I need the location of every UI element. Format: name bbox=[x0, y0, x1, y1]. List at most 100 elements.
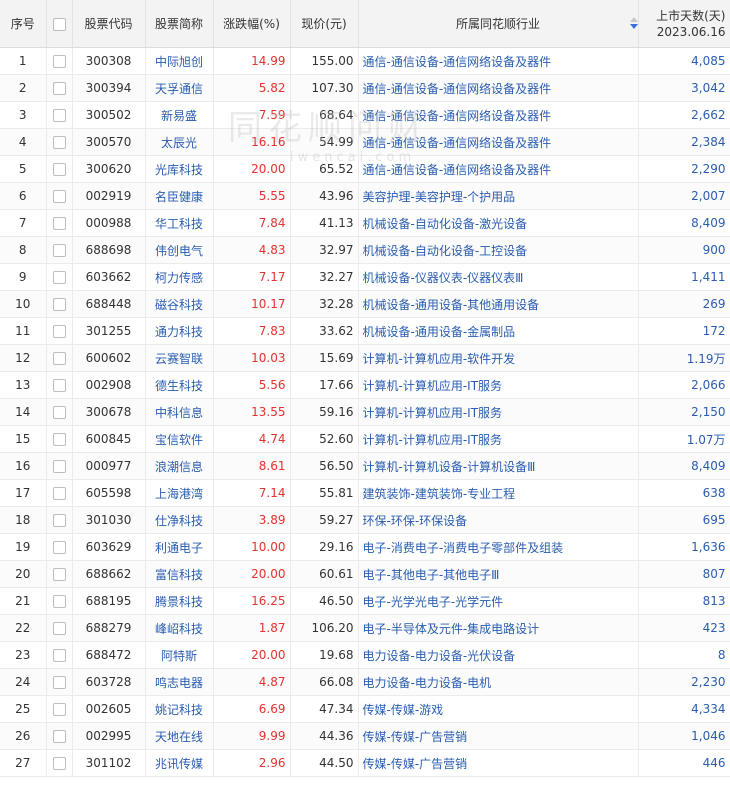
row-industry[interactable]: 通信-通信设备-通信网络设备及器件 bbox=[358, 74, 639, 102]
table-row[interactable]: 24 603728 鸣志电器 4.87 66.08 电力设备-电力设备-电机 2,230 bbox=[0, 668, 730, 696]
row-checkbox[interactable] bbox=[46, 236, 73, 264]
table-row[interactable]: 17 605598 上海港湾 7.14 55.81 建筑装饰-建筑装饰-专业工程 638 bbox=[0, 479, 730, 507]
row-checkbox[interactable] bbox=[46, 182, 73, 210]
row-select-checkbox[interactable] bbox=[52, 676, 66, 689]
table-row[interactable]: 9 603662 柯力传感 7.17 32.27 机械设备-仪器仪表-仪器仪表Ⅲ 1,411 bbox=[0, 263, 730, 291]
row-select-checkbox[interactable] bbox=[52, 406, 66, 419]
table-row[interactable]: 25 002605 姚记科技 6.69 47.34 传媒-传媒-游戏 4,334 bbox=[0, 695, 730, 723]
row-stock-name[interactable]: 新易盛 bbox=[145, 101, 214, 129]
table-row[interactable]: 12 600602 云赛智联 10.03 15.69 计算机-计算机应用-软件开发 1.19… bbox=[0, 344, 730, 372]
row-checkbox[interactable] bbox=[46, 749, 73, 777]
row-stock-name[interactable]: 名臣健康 bbox=[145, 182, 214, 210]
row-industry[interactable]: 建筑装饰-建筑装饰-专业工程 bbox=[358, 479, 639, 507]
row-industry[interactable]: 美容护理-美容护理-个护用品 bbox=[358, 182, 639, 210]
table-row[interactable]: 6 002919 名臣健康 5.55 43.96 美容护理-美容护理-个护用品 2,007 bbox=[0, 182, 730, 210]
row-stock-name[interactable]: 峰岹科技 bbox=[145, 614, 214, 642]
row-checkbox[interactable] bbox=[46, 425, 73, 453]
row-checkbox[interactable] bbox=[46, 452, 73, 480]
row-checkbox[interactable] bbox=[46, 668, 73, 696]
row-industry[interactable]: 计算机-计算机应用-IT服务 bbox=[358, 425, 639, 453]
row-stock-name[interactable]: 姚记科技 bbox=[145, 695, 214, 723]
table-row[interactable]: 18 301030 仕净科技 3.89 59.27 环保-环保-环保设备 695 bbox=[0, 506, 730, 534]
row-checkbox[interactable] bbox=[46, 560, 73, 588]
row-stock-name[interactable]: 富信科技 bbox=[145, 560, 214, 588]
row-industry[interactable]: 电子-光学光电子-光学元件 bbox=[358, 587, 639, 615]
header-listed-days[interactable]: 上市天数(天) 2023.06.16 bbox=[638, 0, 730, 48]
row-select-checkbox[interactable] bbox=[52, 460, 66, 473]
row-select-checkbox[interactable] bbox=[52, 541, 66, 554]
table-row[interactable]: 1 300308 中际旭创 14.99 155.00 通信-通信设备-通信网络设备及器件 4… bbox=[0, 47, 730, 75]
row-checkbox[interactable] bbox=[46, 398, 73, 426]
row-checkbox[interactable] bbox=[46, 344, 73, 372]
row-checkbox[interactable] bbox=[46, 128, 73, 156]
row-checkbox[interactable] bbox=[46, 641, 73, 669]
row-stock-name[interactable]: 中科信息 bbox=[145, 398, 214, 426]
row-stock-name[interactable]: 光库科技 bbox=[145, 155, 214, 183]
row-industry[interactable]: 电子-消费电子-消费电子零部件及组装 bbox=[358, 533, 639, 561]
row-stock-name[interactable]: 通力科技 bbox=[145, 317, 214, 345]
header-change[interactable]: 涨跌幅(%) bbox=[213, 0, 291, 48]
row-checkbox[interactable] bbox=[46, 695, 73, 723]
row-industry[interactable]: 电力设备-电力设备-电机 bbox=[358, 668, 639, 696]
table-row[interactable]: 2 300394 天孚通信 5.82 107.30 通信-通信设备-通信网络设备及器件 3,… bbox=[0, 74, 730, 102]
row-select-checkbox[interactable] bbox=[52, 217, 66, 230]
row-select-checkbox[interactable] bbox=[52, 487, 66, 500]
row-checkbox[interactable] bbox=[46, 614, 73, 642]
row-stock-name[interactable]: 兆讯传媒 bbox=[145, 749, 214, 777]
row-checkbox[interactable] bbox=[46, 371, 73, 399]
table-row[interactable]: 7 000988 华工科技 7.84 41.13 机械设备-自动化设备-激光设备 8,409 bbox=[0, 209, 730, 237]
row-select-checkbox[interactable] bbox=[52, 109, 66, 122]
row-select-checkbox[interactable] bbox=[52, 595, 66, 608]
row-select-checkbox[interactable] bbox=[52, 757, 66, 770]
row-select-checkbox[interactable] bbox=[52, 379, 66, 392]
row-industry[interactable]: 电子-其他电子-其他电子Ⅲ bbox=[358, 560, 639, 588]
table-row[interactable]: 10 688448 磁谷科技 10.17 32.28 机械设备-通用设备-其他通用设备 26… bbox=[0, 290, 730, 318]
table-row[interactable]: 11 301255 通力科技 7.83 33.62 机械设备-通用设备-金属制品 172 bbox=[0, 317, 730, 345]
row-industry[interactable]: 机械设备-自动化设备-工控设备 bbox=[358, 236, 639, 264]
row-industry[interactable]: 机械设备-通用设备-金属制品 bbox=[358, 317, 639, 345]
row-industry[interactable]: 计算机-计算机应用-IT服务 bbox=[358, 371, 639, 399]
row-industry[interactable]: 传媒-传媒-广告营销 bbox=[358, 749, 639, 777]
table-row[interactable]: 14 300678 中科信息 13.55 59.16 计算机-计算机应用-IT服务 2,15… bbox=[0, 398, 730, 426]
sort-icon[interactable] bbox=[630, 17, 638, 29]
row-select-checkbox[interactable] bbox=[52, 325, 66, 338]
row-stock-name[interactable]: 浪潮信息 bbox=[145, 452, 214, 480]
row-stock-name[interactable]: 伟创电气 bbox=[145, 236, 214, 264]
row-industry[interactable]: 传媒-传媒-广告营销 bbox=[358, 722, 639, 750]
select-all-checkbox[interactable] bbox=[52, 17, 66, 31]
row-checkbox[interactable] bbox=[46, 155, 73, 183]
row-industry[interactable]: 电力设备-电力设备-光伏设备 bbox=[358, 641, 639, 669]
table-row[interactable]: 5 300620 光库科技 20.00 65.52 通信-通信设备-通信网络设备及器件 2,… bbox=[0, 155, 730, 183]
row-select-checkbox[interactable] bbox=[52, 298, 66, 311]
row-industry[interactable]: 计算机-计算机设备-计算机设备Ⅲ bbox=[358, 452, 639, 480]
row-select-checkbox[interactable] bbox=[52, 514, 66, 527]
table-row[interactable]: 21 688195 腾景科技 16.25 46.50 电子-光学光电子-光学元件 813 bbox=[0, 587, 730, 615]
row-stock-name[interactable]: 德生科技 bbox=[145, 371, 214, 399]
row-industry[interactable]: 通信-通信设备-通信网络设备及器件 bbox=[358, 101, 639, 129]
table-row[interactable]: 15 600845 宝信软件 4.74 52.60 计算机-计算机应用-IT服务 1.07万 bbox=[0, 425, 730, 453]
row-checkbox[interactable] bbox=[46, 209, 73, 237]
row-industry[interactable]: 计算机-计算机应用-软件开发 bbox=[358, 344, 639, 372]
row-industry[interactable]: 环保-环保-环保设备 bbox=[358, 506, 639, 534]
row-select-checkbox[interactable] bbox=[52, 55, 66, 68]
header-code[interactable]: 股票代码 bbox=[72, 0, 146, 48]
row-checkbox[interactable] bbox=[46, 101, 73, 129]
row-stock-name[interactable]: 柯力传感 bbox=[145, 263, 214, 291]
row-stock-name[interactable]: 天地在线 bbox=[145, 722, 214, 750]
row-industry[interactable]: 电子-半导体及元件-集成电路设计 bbox=[358, 614, 639, 642]
row-checkbox[interactable] bbox=[46, 74, 73, 102]
table-row[interactable]: 16 000977 浪潮信息 8.61 56.50 计算机-计算机设备-计算机设备Ⅲ 8,4… bbox=[0, 452, 730, 480]
row-checkbox[interactable] bbox=[46, 722, 73, 750]
row-select-checkbox[interactable] bbox=[52, 136, 66, 149]
table-row[interactable]: 22 688279 峰岹科技 1.87 106.20 电子-半导体及元件-集成电路设计 42… bbox=[0, 614, 730, 642]
row-checkbox[interactable] bbox=[46, 290, 73, 318]
row-select-checkbox[interactable] bbox=[52, 190, 66, 203]
row-select-checkbox[interactable] bbox=[52, 730, 66, 743]
header-index[interactable]: 序号 bbox=[0, 0, 47, 48]
row-stock-name[interactable]: 磁谷科技 bbox=[145, 290, 214, 318]
row-industry[interactable]: 通信-通信设备-通信网络设备及器件 bbox=[358, 128, 639, 156]
row-stock-name[interactable]: 利通电子 bbox=[145, 533, 214, 561]
row-industry[interactable]: 机械设备-通用设备-其他通用设备 bbox=[358, 290, 639, 318]
row-checkbox[interactable] bbox=[46, 533, 73, 561]
table-row[interactable]: 26 002995 天地在线 9.99 44.36 传媒-传媒-广告营销 1,046 bbox=[0, 722, 730, 750]
